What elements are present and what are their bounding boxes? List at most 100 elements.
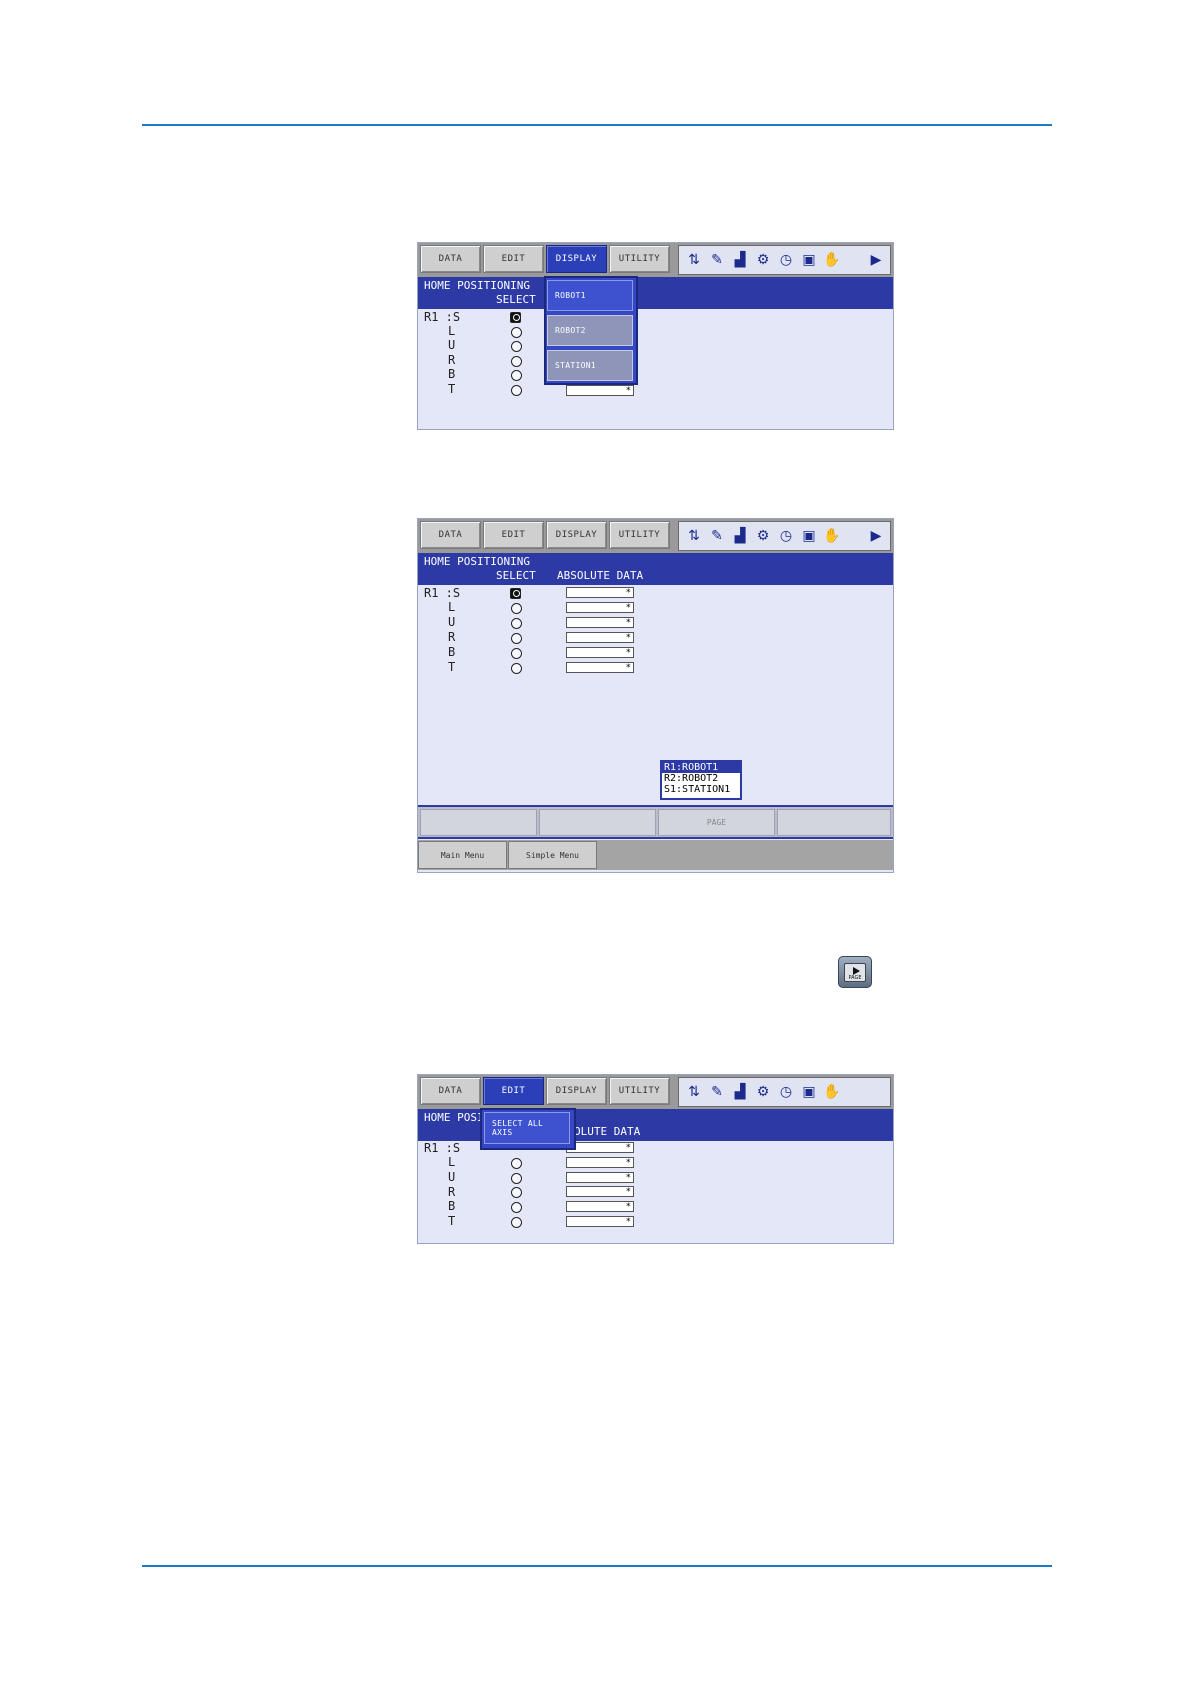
tab-display[interactable]: DISPLAY [546,1077,607,1105]
hand-icon[interactable]: ✋ [823,1083,841,1101]
menu-item-station1[interactable]: STATION1 [547,350,633,381]
axis-label: T [448,660,456,674]
axis-label: L [448,324,456,338]
main-menu-button[interactable]: Main Menu [418,841,507,869]
monitor-icon[interactable]: ▣ [800,251,818,269]
tab-utility[interactable]: UTILITY [609,521,670,549]
group-item-robot1[interactable]: R1:ROBOT1 [662,762,740,773]
axis-label: U [448,338,456,352]
select-radio[interactable] [511,1187,522,1198]
select-radio[interactable] [511,385,522,396]
page-key-icon: PAGE [838,956,872,988]
axis-label: R1 :S [424,586,461,600]
absolute-data-field[interactable]: * [566,1186,634,1197]
select-radio[interactable] [510,312,521,323]
edit-icon[interactable]: ✎ [708,251,726,269]
absolute-data-field[interactable]: * [566,617,634,628]
page-arrow-icon[interactable]: ▶ [867,251,885,269]
tab-utility[interactable]: UTILITY [609,245,670,273]
page-arrow-icon[interactable]: ▶ [867,527,885,545]
tool-icon[interactable]: ⚙ [754,1083,772,1101]
timer-icon[interactable]: ◷ [777,1083,795,1101]
absolute-data-field[interactable]: * [566,602,634,613]
menu-item-robot1[interactable]: ROBOT1 [547,280,633,311]
edit-icon[interactable]: ✎ [708,1083,726,1101]
axis-label: T [448,382,456,396]
absolute-data-field[interactable]: * [566,647,634,658]
tab-edit[interactable]: EDIT [483,245,544,273]
axis-icon[interactable]: ⇅ [685,527,703,545]
status-icon-strip: ⇅ ✎ ▟ ⚙ ◷ ▣ ✋ ▶ [678,245,891,275]
menu-item-robot2[interactable]: ROBOT2 [547,315,633,346]
function-key-1[interactable] [420,809,537,836]
absolute-data-field[interactable]: * [566,662,634,673]
play-triangle-icon [853,967,860,975]
axis-label: B [448,1199,456,1213]
monitor-icon[interactable]: ▣ [800,1083,818,1101]
tool-icon[interactable]: ⚙ [754,251,772,269]
absolute-data-field[interactable]: * [566,1216,634,1227]
select-radio[interactable] [511,341,522,352]
absolute-data-field[interactable]: * [566,1201,634,1212]
select-radio[interactable] [511,356,522,367]
function-key-bar: PAGE [418,805,893,839]
select-radio[interactable] [511,663,522,674]
axis-label: L [448,600,456,614]
axis-label: B [448,367,456,381]
group-item-robot2[interactable]: R2:ROBOT2 [662,773,740,784]
select-radio[interactable] [511,633,522,644]
timer-icon[interactable]: ◷ [777,251,795,269]
page-key-label: PAGE [848,975,862,981]
absolute-data-field[interactable]: * [566,1172,634,1183]
axis-label: R1 :S [424,310,461,324]
footer-rule [142,1565,1052,1567]
select-radio[interactable] [511,603,522,614]
select-radio[interactable] [511,1202,522,1213]
axis-label: R [448,353,456,367]
title-bar: HOME POSITIONING SELECT ABSOLUTE DATA [418,553,893,585]
menu-item-select-all-axis[interactable]: SELECT ALL AXIS [484,1112,570,1144]
page-button[interactable]: PAGE [658,809,775,836]
function-key-2[interactable] [539,809,656,836]
timer-icon[interactable]: ◷ [777,527,795,545]
signal-icon[interactable]: ▟ [731,1083,749,1101]
select-radio[interactable] [511,618,522,629]
axis-icon[interactable]: ⇅ [685,1083,703,1101]
tab-data[interactable]: DATA [420,245,481,273]
col-select-header: SELECT [496,293,536,306]
group-item-station1[interactable]: S1:STATION1 [662,784,740,795]
monitor-icon[interactable]: ▣ [800,527,818,545]
tab-display[interactable]: DISPLAY [546,521,607,549]
tab-data[interactable]: DATA [420,1077,481,1105]
select-radio[interactable] [511,370,522,381]
signal-icon[interactable]: ▟ [731,251,749,269]
tool-icon[interactable]: ⚙ [754,527,772,545]
display-dropdown: ROBOT1 ROBOT2 STATION1 [544,276,638,385]
hand-icon[interactable]: ✋ [823,251,841,269]
hand-icon[interactable]: ✋ [823,527,841,545]
screen-display-menu: DATA EDIT DISPLAY UTILITY ⇅ ✎ ▟ ⚙ ◷ ▣ ✋ … [417,242,894,430]
tab-utility[interactable]: UTILITY [609,1077,670,1105]
menu-bar: DATA EDIT DISPLAY UTILITY ⇅ ✎ ▟ ⚙ ◷ ▣ ✋ … [418,519,893,553]
tab-display[interactable]: DISPLAY [546,245,607,273]
absolute-data-field[interactable]: * [566,587,634,598]
simple-menu-button[interactable]: Simple Menu [508,841,597,869]
absolute-data-field[interactable]: * [566,632,634,643]
absolute-data-field[interactable]: * [566,385,634,396]
select-radio[interactable] [511,648,522,659]
tab-data[interactable]: DATA [420,521,481,549]
edit-icon[interactable]: ✎ [708,527,726,545]
signal-icon[interactable]: ▟ [731,527,749,545]
select-radio[interactable] [511,1158,522,1169]
tab-edit[interactable]: EDIT [483,1077,544,1105]
absolute-data-field[interactable]: * [566,1157,634,1168]
select-radio[interactable] [511,1173,522,1184]
absolute-data-field[interactable]: * [566,1142,634,1153]
status-icon-strip: ⇅ ✎ ▟ ⚙ ◷ ▣ ✋ [678,1077,891,1107]
select-radio[interactable] [511,327,522,338]
select-radio[interactable] [511,1217,522,1228]
select-radio[interactable] [510,588,521,599]
tab-edit[interactable]: EDIT [483,521,544,549]
axis-icon[interactable]: ⇅ [685,251,703,269]
function-key-4[interactable] [777,809,891,836]
